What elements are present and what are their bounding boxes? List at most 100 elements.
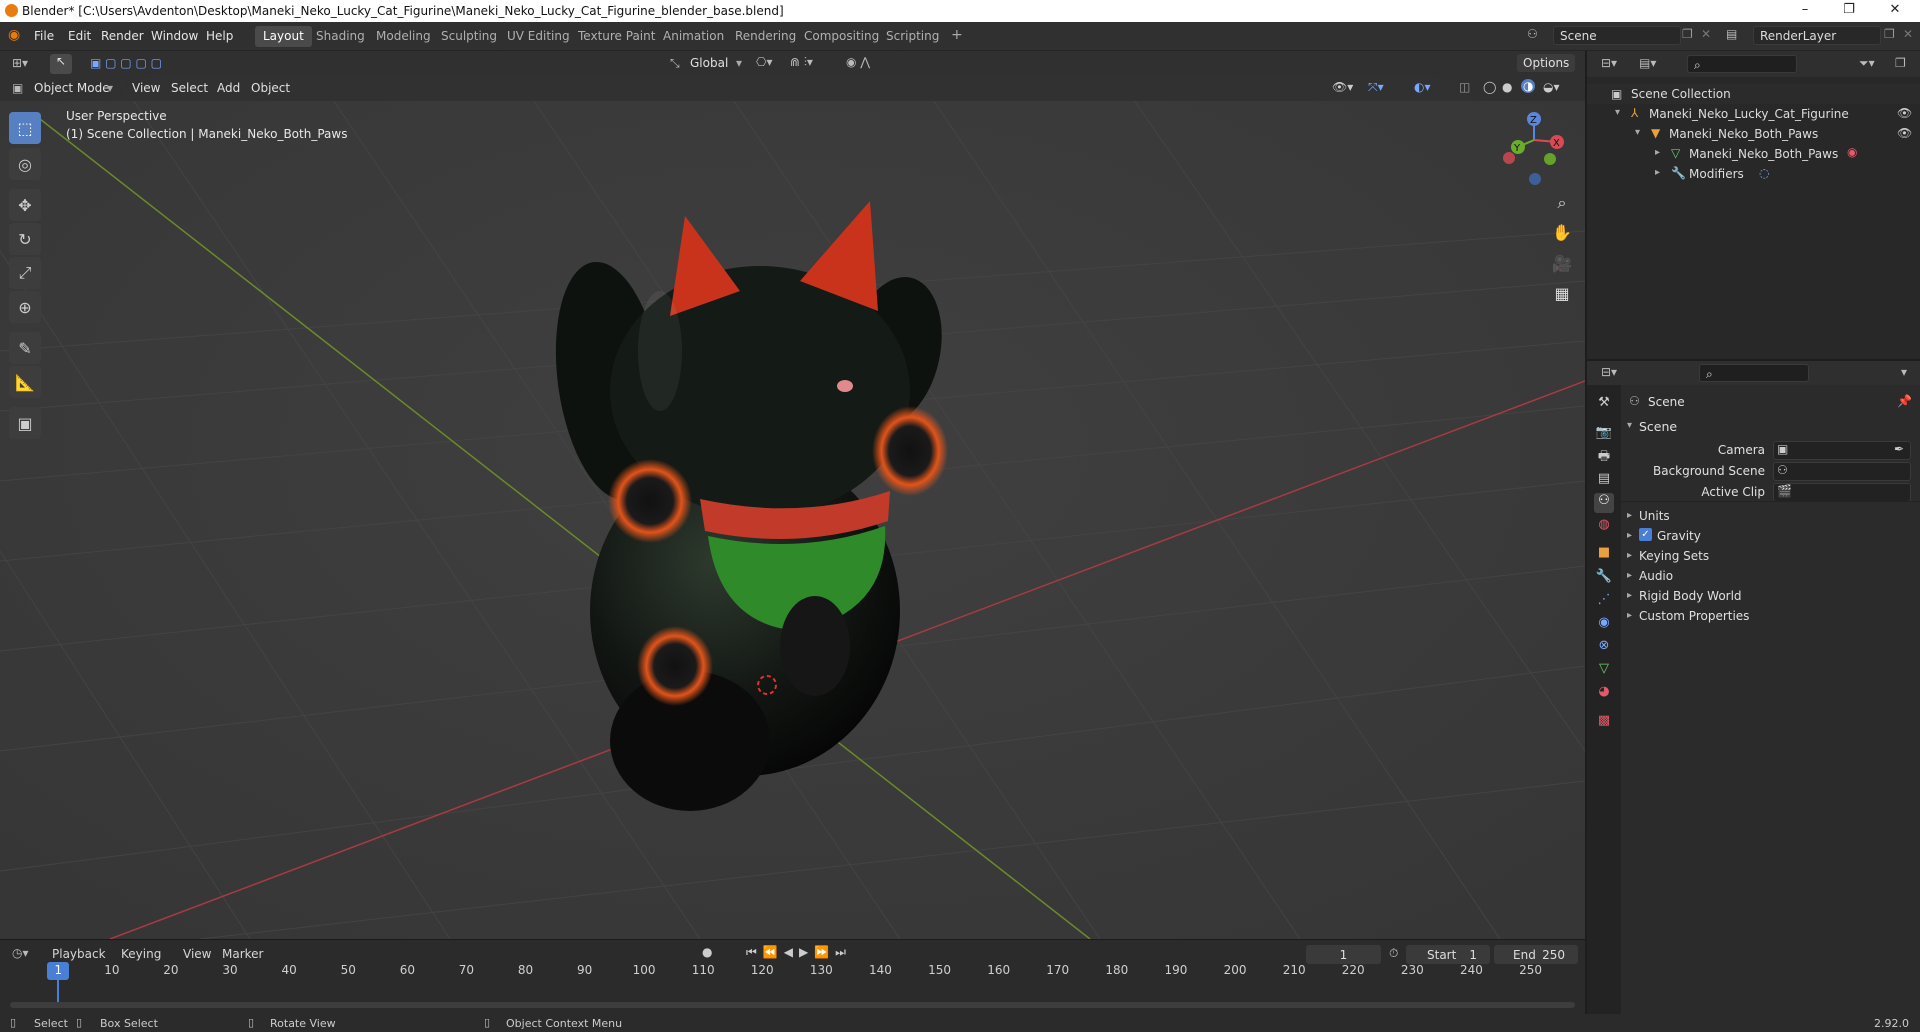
tab-rendering[interactable]: Rendering [727, 26, 804, 47]
menu-edit[interactable]: Edit [68, 29, 91, 43]
object-tab-icon[interactable]: ■ [1594, 545, 1614, 565]
expand-right-icon[interactable]: ▸ [1627, 550, 1632, 561]
expand-right-icon[interactable]: ▸ [1627, 510, 1632, 521]
tool-tab-icon[interactable]: ⚒ [1594, 395, 1614, 415]
scene-tab-icon[interactable]: ⚇ [1594, 493, 1614, 513]
options-dropdown[interactable]: Options [1517, 54, 1576, 72]
scene-section-label[interactable]: Scene [1639, 419, 1677, 434]
panel-keying-sets[interactable]: Keying Sets [1639, 549, 1709, 563]
expand-right-icon[interactable]: ▸ [1655, 147, 1660, 158]
select-box-tool[interactable]: ⬚ [9, 112, 41, 144]
xray-icon[interactable]: ◫ [1459, 80, 1470, 94]
tab-compositing[interactable]: Compositing [796, 26, 887, 47]
new-layer-icon[interactable]: ❐ [1884, 27, 1895, 41]
outliner-item[interactable]: ▸ 🔧 Modifiers ◌ [1587, 164, 1920, 184]
rendered-shading-icon[interactable]: ◒▾ [1543, 80, 1560, 94]
expand-right-icon[interactable]: ▸ [1627, 530, 1632, 541]
render-layer-field[interactable]: RenderLayer [1753, 26, 1881, 45]
object-mode-dropdown[interactable]: Object Mode [34, 81, 110, 95]
eye-icon[interactable]: 👁 [1897, 126, 1912, 140]
pivot-icon[interactable]: ⎔▾ [756, 55, 773, 69]
new-collection-icon[interactable]: ❐ [1895, 56, 1906, 70]
expand-down-icon[interactable]: ▾ [1615, 107, 1620, 118]
visibility-icon[interactable]: 👁▾ [1332, 80, 1353, 94]
display-mode-icon[interactable]: ▤▾ [1639, 56, 1656, 70]
selection-mode-icons[interactable]: ▣ ▢ ▢ ▢ ▢ [90, 56, 162, 70]
current-frame-field[interactable]: 1 [1306, 945, 1381, 964]
tab-layout[interactable]: Layout [255, 26, 312, 47]
view-layer-tab-icon[interactable]: ▤ [1594, 471, 1614, 491]
viewport-menu-view[interactable]: View [132, 81, 160, 95]
chevron-down-icon[interactable]: ▾ [1901, 365, 1907, 379]
maximize-button[interactable]: ❐ [1826, 2, 1872, 17]
solid-shading-icon[interactable]: ● [1502, 80, 1512, 94]
transform-orientation-dropdown[interactable]: Global [690, 56, 728, 70]
render-layer-icon[interactable]: ▤ [1726, 27, 1737, 41]
transform-tool[interactable]: ⊕ [9, 291, 41, 323]
tab-scripting[interactable]: Scripting [878, 26, 947, 47]
cursor-tool[interactable]: ◎ [9, 148, 41, 180]
tab-shading[interactable]: Shading [308, 26, 373, 47]
camera-field[interactable] [1773, 441, 1911, 460]
measure-tool[interactable]: 📐 [9, 366, 41, 398]
expand-right-icon[interactable]: ▸ [1627, 610, 1632, 621]
scene-selector-icon[interactable]: ⚇ [1527, 27, 1538, 41]
material-icon[interactable]: ◉ [1847, 145, 1857, 159]
active-clip-field[interactable] [1773, 483, 1911, 502]
camera-view-button[interactable]: 🎥 [1548, 254, 1576, 280]
close-window-button[interactable]: ✕ [1872, 2, 1918, 17]
properties-editor-icon[interactable]: ⊟▾ [1601, 365, 1617, 379]
outliner-editor-icon[interactable]: ⊟▾ [1601, 56, 1617, 70]
rotate-tool[interactable]: ↻ [9, 223, 41, 255]
zoom-button[interactable]: ⌕ [1548, 193, 1576, 219]
modifier-icon[interactable]: ◌ [1759, 166, 1769, 180]
outliner-item[interactable]: ▾ ⅄ Maneki_Neko_Lucky_Cat_Figurine 👁 [1587, 104, 1920, 124]
panel-units[interactable]: Units [1639, 509, 1670, 523]
tab-texture-paint[interactable]: Texture Paint [570, 26, 663, 47]
background-scene-field[interactable] [1773, 462, 1911, 481]
data-tab-icon[interactable]: ▽ [1594, 661, 1614, 681]
material-shading-icon[interactable]: ◑ [1521, 79, 1536, 93]
viewport-menu-select[interactable]: Select [171, 81, 208, 95]
scale-tool[interactable]: ⤢ [9, 257, 41, 289]
end-frame-field[interactable]: End 250 [1494, 945, 1578, 964]
panel-rigid-body-world[interactable]: Rigid Body World [1639, 589, 1742, 603]
expand-down-icon[interactable]: ▾ [1635, 127, 1640, 138]
render-tab-icon[interactable]: 📷 [1594, 425, 1614, 445]
output-tab-icon[interactable]: 🖶 [1594, 447, 1614, 467]
tab-animation[interactable]: Animation [655, 26, 732, 47]
pin-icon[interactable]: 📌 [1897, 394, 1912, 408]
panel-custom-properties[interactable]: Custom Properties [1639, 609, 1749, 623]
world-tab-icon[interactable]: ◍ [1594, 517, 1614, 537]
remove-scene-icon[interactable]: ✕ [1701, 27, 1711, 41]
select-mode-icon[interactable]: ↖ [50, 54, 72, 74]
scene-name-field[interactable]: Scene [1553, 26, 1681, 45]
eyedropper-icon[interactable]: ✒ [1894, 442, 1904, 456]
new-scene-icon[interactable]: ❐ [1682, 27, 1693, 41]
pan-button[interactable]: ✋ [1548, 223, 1576, 249]
expand-right-icon[interactable]: ▸ [1627, 590, 1632, 601]
constraints-tab-icon[interactable]: ⊗ [1594, 638, 1614, 658]
remove-layer-icon[interactable]: ✕ [1903, 27, 1913, 41]
start-frame-field[interactable]: Start 1 [1406, 945, 1490, 964]
panel-gravity[interactable]: Gravity [1657, 529, 1701, 543]
proportional-edit-icon[interactable]: ◉ ⋀ [846, 55, 870, 69]
properties-search-input[interactable]: ⌕ [1699, 364, 1809, 382]
outliner-item[interactable]: ▾ ▼ Maneki_Neko_Both_Paws 👁 [1587, 124, 1920, 144]
eye-icon[interactable]: 👁 [1897, 106, 1912, 120]
annotate-tool[interactable]: ✎ [9, 332, 41, 364]
timeline-editor[interactable]: ◷▾ Playback Keying View Marker ● ⏮⏪◀▶⏩⏭ … [0, 939, 1585, 1014]
wireframe-shading-icon[interactable]: ◯ [1483, 80, 1496, 94]
editor-type-icon[interactable]: ⊞▾ [12, 56, 28, 70]
viewport-menu-object[interactable]: Object [251, 81, 290, 95]
menu-window[interactable]: Window [151, 29, 198, 43]
modifier-tab-icon[interactable]: 🔧 [1594, 569, 1614, 589]
gravity-checkbox[interactable]: ✓ [1639, 528, 1652, 541]
physics-tab-icon[interactable]: ◉ [1594, 615, 1614, 635]
outliner-scene-collection[interactable]: ▣ Scene Collection [1587, 84, 1920, 104]
tab-modeling[interactable]: Modeling [368, 26, 439, 47]
move-tool[interactable]: ✥ [9, 189, 41, 221]
texture-tab-icon[interactable]: ▩ [1594, 713, 1614, 733]
material-tab-icon[interactable]: ◕ [1594, 684, 1614, 704]
record-keyframe-icon[interactable]: ● [702, 945, 712, 959]
